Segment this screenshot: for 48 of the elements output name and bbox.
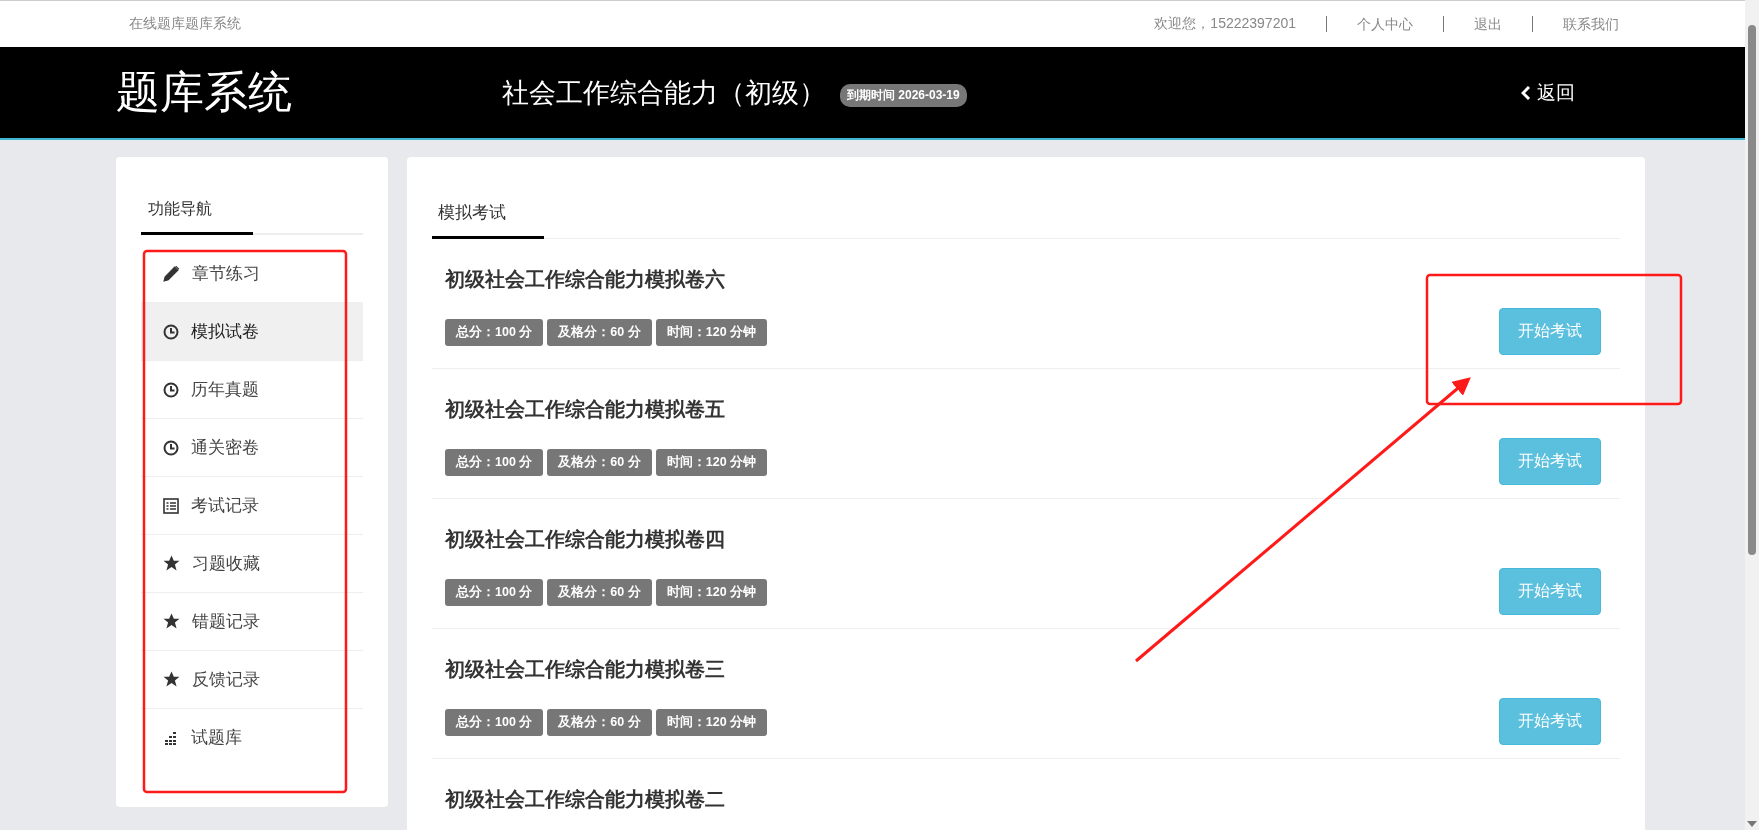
- exam-title: 初级社会工作综合能力模拟卷二: [445, 787, 725, 812]
- chevron-left-icon: [1521, 85, 1531, 100]
- exam-info-tag: 总分：100 分: [445, 319, 544, 346]
- sidebar-item[interactable]: 错题记录: [141, 593, 363, 651]
- exam-info-tag: 总分：100 分: [445, 579, 544, 606]
- exam-title: 初级社会工作综合能力模拟卷三: [445, 657, 726, 682]
- sidebar-item[interactable]: 习题收藏: [141, 535, 363, 593]
- exam-info-tag: 及格分：60 分: [547, 449, 652, 476]
- list-icon: [163, 497, 179, 514]
- nav-link[interactable]: 联系我们: [1532, 16, 1619, 32]
- exam-info-tag: 总分：100 分: [445, 449, 544, 476]
- content-tab[interactable]: 模拟考试: [432, 189, 544, 239]
- sidebar-item[interactable]: 反馈记录: [141, 651, 363, 709]
- exam-info-tag: 总分：100 分: [445, 709, 544, 736]
- exam-info-tag: 时间：120 分钟: [655, 319, 768, 346]
- site-logo: 题库系统: [116, 66, 293, 118]
- exam-title: 初级社会工作综合能力模拟卷六: [445, 267, 726, 292]
- site-name: 在线题库题库系统: [129, 15, 241, 33]
- sidebar-tab[interactable]: 功能导航: [141, 187, 253, 235]
- clock-icon: [163, 381, 179, 398]
- clock-icon: [163, 323, 179, 340]
- star-icon: [163, 555, 180, 572]
- sidebar-item[interactable]: 历年真题: [141, 361, 363, 419]
- star-icon: [163, 613, 180, 630]
- back-link[interactable]: 返回: [1521, 79, 1575, 106]
- bar-chart-icon: [163, 729, 179, 746]
- exam-info-tag: 及格分：60 分: [547, 319, 652, 346]
- exam-title: 初级社会工作综合能力模拟卷四: [445, 527, 726, 552]
- exam-info-tag: 时间：120 分钟: [655, 709, 768, 736]
- sidebar-item[interactable]: 通关密卷: [141, 419, 363, 477]
- nav-link[interactable]: 退出: [1443, 16, 1532, 32]
- nav-link[interactable]: 个人中心: [1326, 16, 1443, 32]
- exam-info-tag: 及格分：60 分: [547, 709, 652, 736]
- pencil-icon: [163, 265, 180, 282]
- exam-title: 初级社会工作综合能力模拟卷五: [445, 397, 726, 422]
- sidebar-item[interactable]: 模拟试卷: [141, 303, 363, 361]
- star-icon: [163, 671, 180, 688]
- scrollbar-thumb[interactable]: [1748, 25, 1756, 555]
- welcome-link[interactable]: 欢迎您，15222397201: [1124, 15, 1326, 33]
- exam-info-tag: 时间：120 分钟: [655, 449, 768, 476]
- clock-icon: [163, 439, 179, 456]
- exam-info-tag: 及格分：60 分: [547, 579, 652, 606]
- sidebar-item[interactable]: 试题库: [141, 709, 363, 766]
- sidebar-item[interactable]: 考试记录: [141, 477, 363, 535]
- course-title: 社会工作综合能力（初级）: [502, 76, 826, 110]
- exam-info-tag: 时间：120 分钟: [655, 579, 768, 606]
- scroll-down-arrow-icon: [1747, 821, 1757, 827]
- expiry-badge: 到期时间 2026-03-19: [840, 84, 967, 107]
